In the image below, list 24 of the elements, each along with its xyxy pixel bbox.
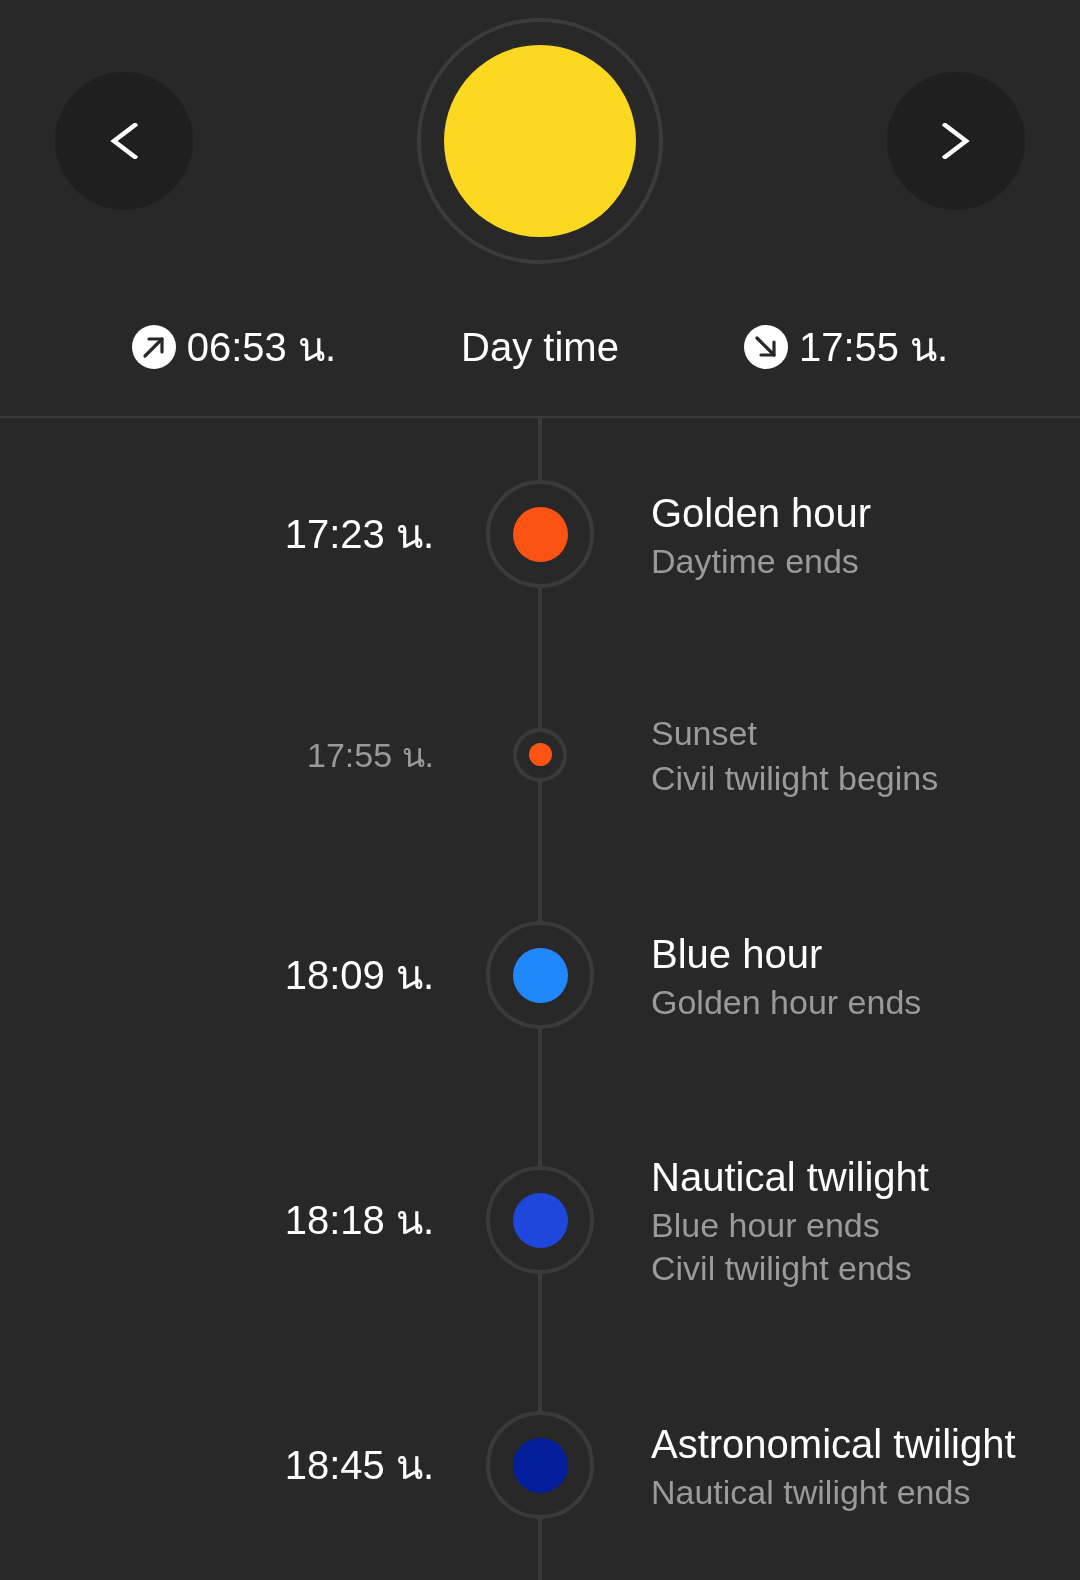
event-note: Civil twilight ends bbox=[651, 1248, 912, 1289]
sunset-icon bbox=[743, 325, 788, 369]
event-time: 17:23 น. bbox=[284, 511, 434, 558]
event-title: Blue hour bbox=[651, 930, 823, 978]
event-title: Golden hour bbox=[651, 489, 872, 537]
phase-label: Day time bbox=[461, 324, 619, 371]
event-note: Nautical twilight ends bbox=[651, 1471, 971, 1513]
event-note: Golden hour ends bbox=[651, 981, 922, 1023]
sun-icon bbox=[417, 18, 663, 264]
sunrise-icon bbox=[131, 325, 176, 369]
event-time: 17:55 น. bbox=[307, 734, 434, 776]
event-note: Civil twilight begins bbox=[651, 758, 939, 799]
event-title: Sunset bbox=[651, 713, 757, 754]
event-title: Astronomical twilight bbox=[651, 1420, 1016, 1468]
event-time: 18:18 น. bbox=[284, 1197, 434, 1244]
chevron-right-icon bbox=[942, 123, 970, 159]
event-note: Daytime ends bbox=[651, 540, 859, 582]
chevron-left-icon bbox=[110, 123, 138, 159]
event-title: Nautical twilight bbox=[651, 1154, 929, 1201]
event-time: 18:45 น. bbox=[284, 1442, 434, 1489]
sunset-time: 17:55 น. bbox=[798, 324, 949, 371]
event-time: 18:09 น. bbox=[284, 952, 434, 999]
event-note: Blue hour ends bbox=[651, 1205, 880, 1246]
sunrise-time: 06:53 น. bbox=[186, 324, 337, 371]
